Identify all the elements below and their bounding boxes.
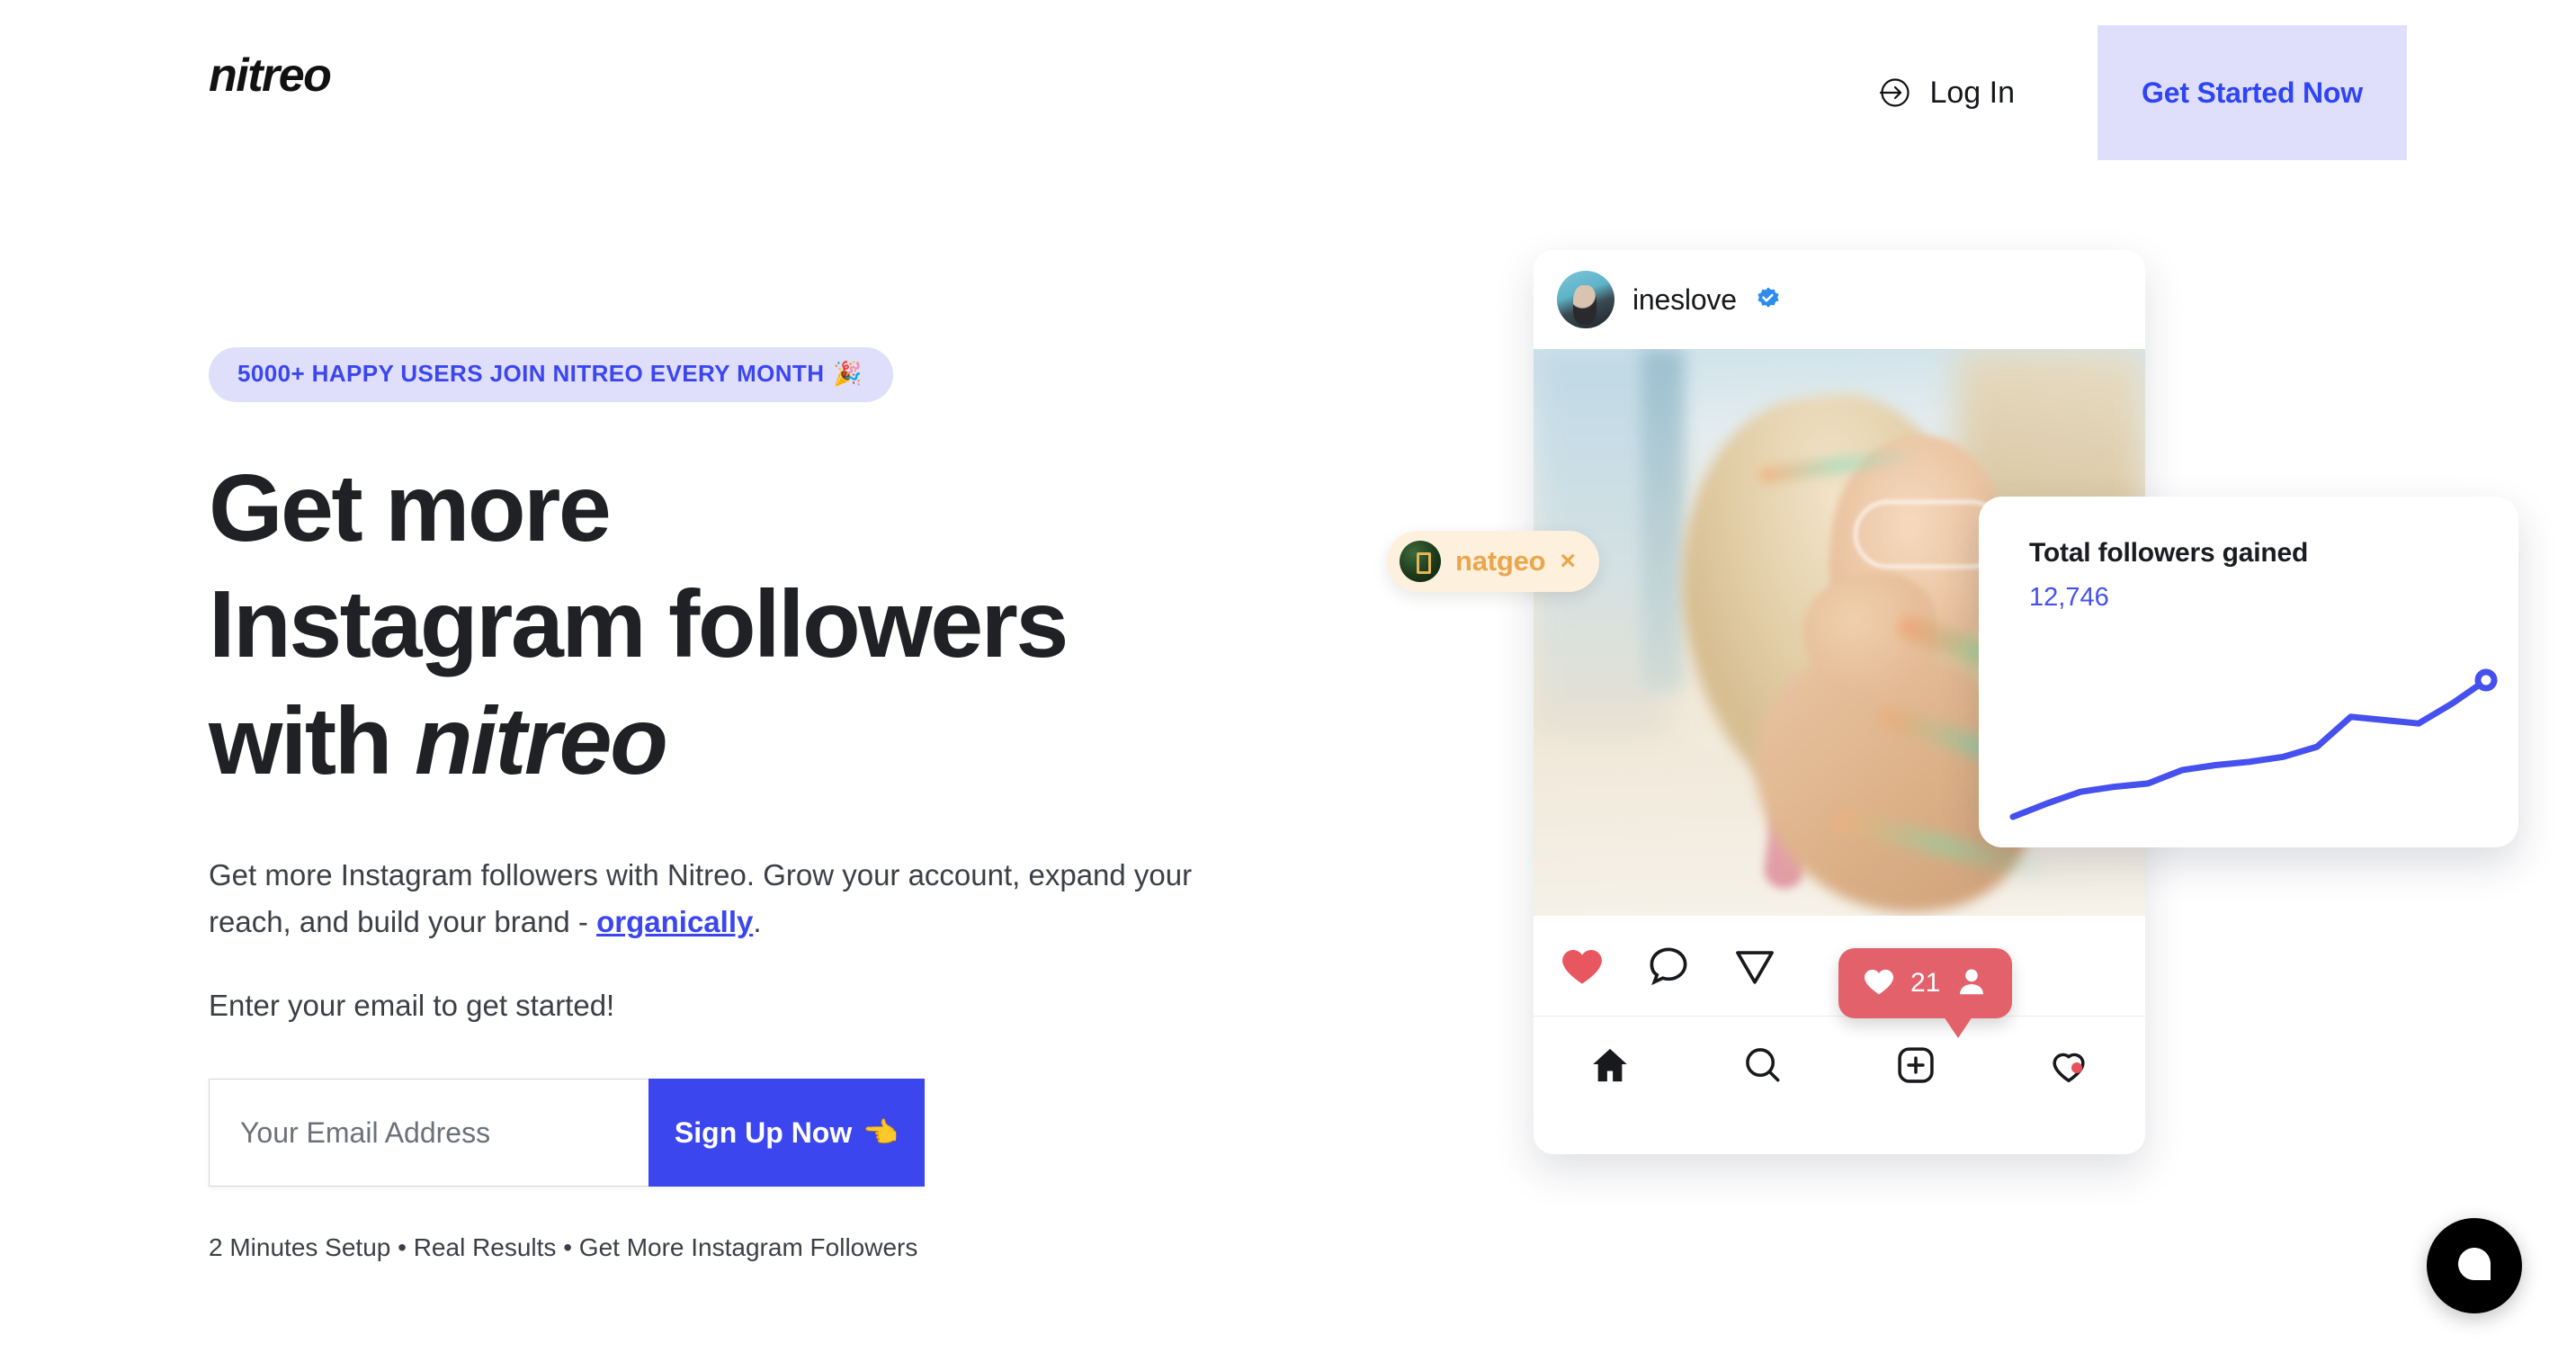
organically-link[interactable]: organically <box>596 905 753 938</box>
stats-card-title: Total followers gained <box>2029 538 2309 568</box>
headline-line-3: with nitreo <box>209 684 1378 800</box>
pointing-hand-icon: 👈 <box>863 1116 899 1150</box>
page-title: Get more Instagram followers with nitreo <box>209 451 1378 800</box>
chip-natgeo[interactable]: natgeo × <box>1387 531 1599 592</box>
login-link[interactable]: Log In <box>1839 51 2051 134</box>
follower-person-icon <box>1954 964 1989 1003</box>
hero-description: Get more Instagram followers with Nitreo… <box>209 852 1207 945</box>
natgeo-avatar <box>1400 541 1441 582</box>
social-proof-badge: 5000+ HAPPY USERS JOIN NITREO EVERY MONT… <box>209 347 894 402</box>
badge-text: 5000+ HAPPY USERS JOIN NITREO EVERY MONT… <box>237 360 825 387</box>
hero-content: 5000+ HAPPY USERS JOIN NITREO EVERY MONT… <box>209 347 1378 1262</box>
top-navigation: nitreo Log In Get Started Now <box>0 0 2576 166</box>
instagram-bottom-nav <box>1534 1017 2145 1114</box>
headline-line-3-prefix: with <box>209 687 415 794</box>
login-label: Log In <box>1929 75 2015 110</box>
headline-line-1: Get more <box>209 455 612 561</box>
new-post-icon[interactable] <box>1839 1043 1992 1088</box>
party-popper-icon: 🎉 <box>833 360 863 387</box>
headline-brand-italic: nitreo <box>414 687 668 794</box>
headline-line-2: Instagram followers <box>209 571 1069 678</box>
login-arrow-icon <box>1875 74 1913 112</box>
nav-actions: Log In Get Started Now <box>1839 25 2407 160</box>
landing-page: nitreo Log In Get Started Now 5000+ HAPP… <box>0 0 2576 1353</box>
comment-icon[interactable] <box>1645 943 1692 990</box>
followers-line-chart <box>2009 668 2498 820</box>
get-started-button[interactable]: Get Started Now <box>2097 25 2407 160</box>
signup-form: Sign Up Now 👈 <box>209 1079 925 1187</box>
chip-natgeo-label: natgeo <box>1455 545 1546 577</box>
heart-icon[interactable] <box>1559 943 1606 990</box>
close-icon[interactable]: × <box>1560 546 1576 577</box>
followers-stats-card: Total followers gained 12,746 <box>1979 497 2518 847</box>
verified-badge-icon <box>1755 286 1782 313</box>
chat-bubble-icon <box>2453 1242 2496 1290</box>
stats-card-value: 12,746 <box>2029 583 2109 612</box>
search-icon[interactable] <box>1686 1043 1839 1088</box>
instagram-username: ineslove <box>1632 282 1737 316</box>
hero-cta-prompt: Enter your email to get started! <box>209 989 615 1023</box>
email-input[interactable] <box>209 1079 648 1187</box>
signup-footnote: 2 Minutes Setup • Real Results • Get Mor… <box>209 1233 918 1262</box>
instagram-post-header: ineslove <box>1534 250 2145 349</box>
signup-button-label: Sign Up Now <box>674 1116 853 1149</box>
activity-icon[interactable] <box>1992 1043 2145 1088</box>
chat-widget-button[interactable] <box>2427 1218 2522 1313</box>
share-icon[interactable] <box>1731 943 1778 990</box>
bubble-heart-icon <box>1862 964 1896 1003</box>
home-icon[interactable] <box>1534 1043 1686 1088</box>
hero-illustration: ineslove 21 natgeo × Total followers gai… <box>1387 243 2518 1250</box>
brand-logo[interactable]: nitreo <box>209 52 332 99</box>
likes-notification-bubble: 21 <box>1838 948 2013 1038</box>
signup-button[interactable]: Sign Up Now 👈 <box>648 1079 925 1187</box>
avatar <box>1557 271 1614 328</box>
hero-description-part2: . <box>753 905 762 939</box>
likes-count: 21 <box>1910 968 1941 998</box>
